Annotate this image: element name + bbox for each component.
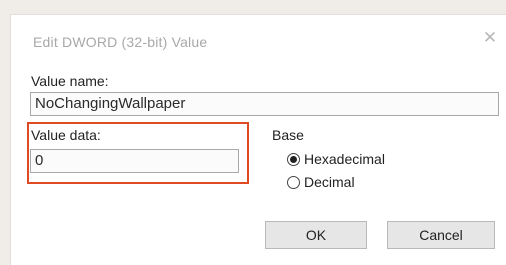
edit-dword-dialog: Edit DWORD (32-bit) Value ✕ Value name: …	[10, 14, 506, 265]
radio-decimal-label: Decimal	[304, 174, 355, 190]
radio-decimal[interactable]: Decimal	[287, 172, 355, 192]
dialog-title: Edit DWORD (32-bit) Value	[33, 34, 208, 50]
value-name-field[interactable]: NoChangingWallpaper	[30, 92, 499, 116]
base-group-label: Base	[272, 127, 304, 143]
dialog-titlebar: Edit DWORD (32-bit) Value ✕	[11, 15, 506, 61]
value-data-field[interactable]: 0	[30, 149, 239, 173]
close-icon[interactable]: ✕	[481, 28, 499, 48]
cancel-button[interactable]: Cancel	[387, 221, 495, 249]
ok-button[interactable]: OK	[265, 221, 367, 249]
radio-hexadecimal-label: Hexadecimal	[304, 151, 385, 167]
value-name-label: Value name:	[31, 73, 109, 89]
radio-unchecked-icon[interactable]	[287, 175, 300, 189]
radio-checked-icon[interactable]	[287, 152, 300, 166]
radio-hexadecimal[interactable]: Hexadecimal	[287, 149, 385, 169]
value-data-label: Value data:	[31, 127, 101, 143]
